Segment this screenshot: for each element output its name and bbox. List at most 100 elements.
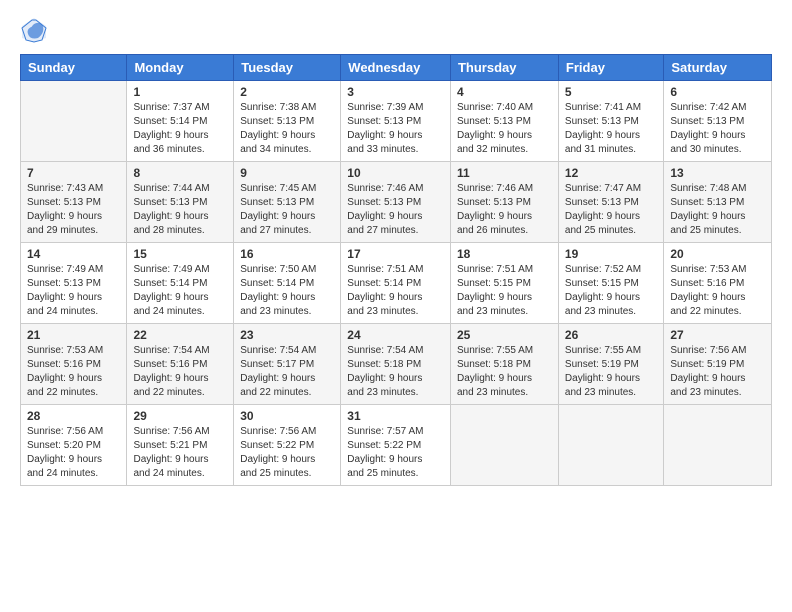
calendar-day-cell: 5 Sunrise: 7:41 AM Sunset: 5:13 PM Daylig… bbox=[558, 81, 663, 162]
day-info: Sunrise: 7:46 AM Sunset: 5:13 PM Dayligh… bbox=[457, 182, 552, 238]
calendar-week-row: 1 Sunrise: 7:37 AM Sunset: 5:14 PM Daylig… bbox=[21, 81, 772, 162]
day-number: 19 bbox=[565, 247, 657, 261]
day-info: Sunrise: 7:56 AM Sunset: 5:22 PM Dayligh… bbox=[240, 425, 334, 481]
calendar-day-cell: 3Sunrise: 7:39 AM Sunset: 5:13 PM Daylig… bbox=[341, 81, 451, 162]
calendar-day-cell bbox=[664, 405, 772, 486]
calendar-day-cell: 6Sunrise: 7:42 AM Sunset: 5:13 PM Daylig… bbox=[664, 81, 772, 162]
day-info: Sunrise: 7:55 AM Sunset: 5:19 PM Dayligh… bbox=[565, 344, 657, 400]
day-number: 28 bbox=[27, 409, 120, 423]
day-info: Sunrise: 7:52 AM Sunset: 5:15 PM Dayligh… bbox=[565, 263, 657, 319]
day-number: 29 bbox=[133, 409, 227, 423]
day-number: 11 bbox=[457, 166, 552, 180]
day-info: Sunrise: 7:57 AM Sunset: 5:22 PM Dayligh… bbox=[347, 425, 444, 481]
calendar-week-row: 7 Sunrise: 7:43 AM Sunset: 5:13 PM Daylig… bbox=[21, 162, 772, 243]
weekday-header-cell: Friday bbox=[558, 55, 663, 81]
calendar-body: 1 Sunrise: 7:37 AM Sunset: 5:14 PM Daylig… bbox=[21, 81, 772, 486]
weekday-header-row: SundayMondayTuesdayWednesdayThursdayFrid… bbox=[21, 55, 772, 81]
calendar-day-cell: 20 Sunrise: 7:53 AM Sunset: 5:16 PM Dayli… bbox=[664, 243, 772, 324]
calendar-day-cell: 21 Sunrise: 7:53 AM Sunset: 5:16 PM Dayli… bbox=[21, 324, 127, 405]
day-number: 2 bbox=[240, 85, 334, 99]
calendar-day-cell: 12 Sunrise: 7:47 AM Sunset: 5:13 PM Dayli… bbox=[558, 162, 663, 243]
calendar-day-cell: 8Sunrise: 7:44 AM Sunset: 5:13 PM Daylig… bbox=[127, 162, 234, 243]
logo-icon bbox=[20, 16, 48, 44]
day-info: Sunrise: 7:56 AM Sunset: 5:19 PM Dayligh… bbox=[670, 344, 765, 400]
calendar-day-cell bbox=[558, 405, 663, 486]
day-number: 30 bbox=[240, 409, 334, 423]
day-number: 7 bbox=[27, 166, 120, 180]
calendar-day-cell bbox=[450, 405, 558, 486]
calendar-day-cell: 1 Sunrise: 7:37 AM Sunset: 5:14 PM Daylig… bbox=[127, 81, 234, 162]
weekday-header-cell: Sunday bbox=[21, 55, 127, 81]
day-info: Sunrise: 7:38 AM Sunset: 5:13 PM Dayligh… bbox=[240, 101, 334, 157]
weekday-header-cell: Thursday bbox=[450, 55, 558, 81]
day-info: Sunrise: 7:37 AM Sunset: 5:14 PM Dayligh… bbox=[133, 101, 227, 157]
day-info: Sunrise: 7:53 AM Sunset: 5:16 PM Dayligh… bbox=[27, 344, 120, 400]
calendar-day-cell: 31Sunrise: 7:57 AM Sunset: 5:22 PM Dayli… bbox=[341, 405, 451, 486]
calendar-week-row: 28Sunrise: 7:56 AM Sunset: 5:20 PM Dayli… bbox=[21, 405, 772, 486]
day-info: Sunrise: 7:51 AM Sunset: 5:15 PM Dayligh… bbox=[457, 263, 552, 319]
day-number: 1 bbox=[133, 85, 227, 99]
day-number: 17 bbox=[347, 247, 444, 261]
day-info: Sunrise: 7:39 AM Sunset: 5:13 PM Dayligh… bbox=[347, 101, 444, 157]
day-info: Sunrise: 7:55 AM Sunset: 5:18 PM Dayligh… bbox=[457, 344, 552, 400]
day-number: 27 bbox=[670, 328, 765, 342]
day-info: Sunrise: 7:53 AM Sunset: 5:16 PM Dayligh… bbox=[670, 263, 765, 319]
calendar-day-cell bbox=[21, 81, 127, 162]
day-info: Sunrise: 7:49 AM Sunset: 5:14 PM Dayligh… bbox=[133, 263, 227, 319]
weekday-header-cell: Tuesday bbox=[234, 55, 341, 81]
day-number: 26 bbox=[565, 328, 657, 342]
calendar: SundayMondayTuesdayWednesdayThursdayFrid… bbox=[20, 54, 772, 486]
calendar-day-cell: 19 Sunrise: 7:52 AM Sunset: 5:15 PM Dayli… bbox=[558, 243, 663, 324]
day-info: Sunrise: 7:43 AM Sunset: 5:13 PM Dayligh… bbox=[27, 182, 120, 238]
calendar-day-cell: 30 Sunrise: 7:56 AM Sunset: 5:22 PM Dayli… bbox=[234, 405, 341, 486]
day-number: 20 bbox=[670, 247, 765, 261]
calendar-day-cell: 29 Sunrise: 7:56 AM Sunset: 5:21 PM Dayli… bbox=[127, 405, 234, 486]
day-number: 14 bbox=[27, 247, 120, 261]
day-number: 6 bbox=[670, 85, 765, 99]
day-number: 9 bbox=[240, 166, 334, 180]
calendar-day-cell: 16 Sunrise: 7:50 AM Sunset: 5:14 PM Dayli… bbox=[234, 243, 341, 324]
day-number: 16 bbox=[240, 247, 334, 261]
day-number: 21 bbox=[27, 328, 120, 342]
day-number: 24 bbox=[347, 328, 444, 342]
calendar-day-cell: 23 Sunrise: 7:54 AM Sunset: 5:17 PM Dayli… bbox=[234, 324, 341, 405]
calendar-week-row: 21 Sunrise: 7:53 AM Sunset: 5:16 PM Dayli… bbox=[21, 324, 772, 405]
day-info: Sunrise: 7:54 AM Sunset: 5:18 PM Dayligh… bbox=[347, 344, 444, 400]
calendar-day-cell: 13 Sunrise: 7:48 AM Sunset: 5:13 PM Dayli… bbox=[664, 162, 772, 243]
calendar-day-cell: 28Sunrise: 7:56 AM Sunset: 5:20 PM Dayli… bbox=[21, 405, 127, 486]
logo bbox=[20, 16, 52, 44]
calendar-day-cell: 14 Sunrise: 7:49 AM Sunset: 5:13 PM Dayli… bbox=[21, 243, 127, 324]
calendar-day-cell: 17 Sunrise: 7:51 AM Sunset: 5:14 PM Dayli… bbox=[341, 243, 451, 324]
calendar-day-cell: 26 Sunrise: 7:55 AM Sunset: 5:19 PM Dayli… bbox=[558, 324, 663, 405]
day-info: Sunrise: 7:41 AM Sunset: 5:13 PM Dayligh… bbox=[565, 101, 657, 157]
calendar-week-row: 14 Sunrise: 7:49 AM Sunset: 5:13 PM Dayli… bbox=[21, 243, 772, 324]
calendar-day-cell: 18Sunrise: 7:51 AM Sunset: 5:15 PM Dayli… bbox=[450, 243, 558, 324]
day-info: Sunrise: 7:47 AM Sunset: 5:13 PM Dayligh… bbox=[565, 182, 657, 238]
day-number: 4 bbox=[457, 85, 552, 99]
day-number: 25 bbox=[457, 328, 552, 342]
header bbox=[20, 16, 772, 44]
day-number: 22 bbox=[133, 328, 227, 342]
day-number: 5 bbox=[565, 85, 657, 99]
calendar-day-cell: 25 Sunrise: 7:55 AM Sunset: 5:18 PM Dayli… bbox=[450, 324, 558, 405]
day-info: Sunrise: 7:56 AM Sunset: 5:21 PM Dayligh… bbox=[133, 425, 227, 481]
day-number: 8 bbox=[133, 166, 227, 180]
day-number: 13 bbox=[670, 166, 765, 180]
day-info: Sunrise: 7:49 AM Sunset: 5:13 PM Dayligh… bbox=[27, 263, 120, 319]
day-info: Sunrise: 7:54 AM Sunset: 5:17 PM Dayligh… bbox=[240, 344, 334, 400]
day-info: Sunrise: 7:45 AM Sunset: 5:13 PM Dayligh… bbox=[240, 182, 334, 238]
calendar-day-cell: 10 Sunrise: 7:46 AM Sunset: 5:13 PM Dayli… bbox=[341, 162, 451, 243]
weekday-header-cell: Monday bbox=[127, 55, 234, 81]
calendar-day-cell: 4Sunrise: 7:40 AM Sunset: 5:13 PM Daylig… bbox=[450, 81, 558, 162]
calendar-day-cell: 27 Sunrise: 7:56 AM Sunset: 5:19 PM Dayli… bbox=[664, 324, 772, 405]
day-number: 23 bbox=[240, 328, 334, 342]
calendar-day-cell: 22Sunrise: 7:54 AM Sunset: 5:16 PM Dayli… bbox=[127, 324, 234, 405]
calendar-day-cell: 11 Sunrise: 7:46 AM Sunset: 5:13 PM Dayli… bbox=[450, 162, 558, 243]
day-info: Sunrise: 7:50 AM Sunset: 5:14 PM Dayligh… bbox=[240, 263, 334, 319]
day-number: 12 bbox=[565, 166, 657, 180]
day-info: Sunrise: 7:51 AM Sunset: 5:14 PM Dayligh… bbox=[347, 263, 444, 319]
day-info: Sunrise: 7:48 AM Sunset: 5:13 PM Dayligh… bbox=[670, 182, 765, 238]
day-info: Sunrise: 7:46 AM Sunset: 5:13 PM Dayligh… bbox=[347, 182, 444, 238]
calendar-day-cell: 2 Sunrise: 7:38 AM Sunset: 5:13 PM Daylig… bbox=[234, 81, 341, 162]
day-number: 10 bbox=[347, 166, 444, 180]
